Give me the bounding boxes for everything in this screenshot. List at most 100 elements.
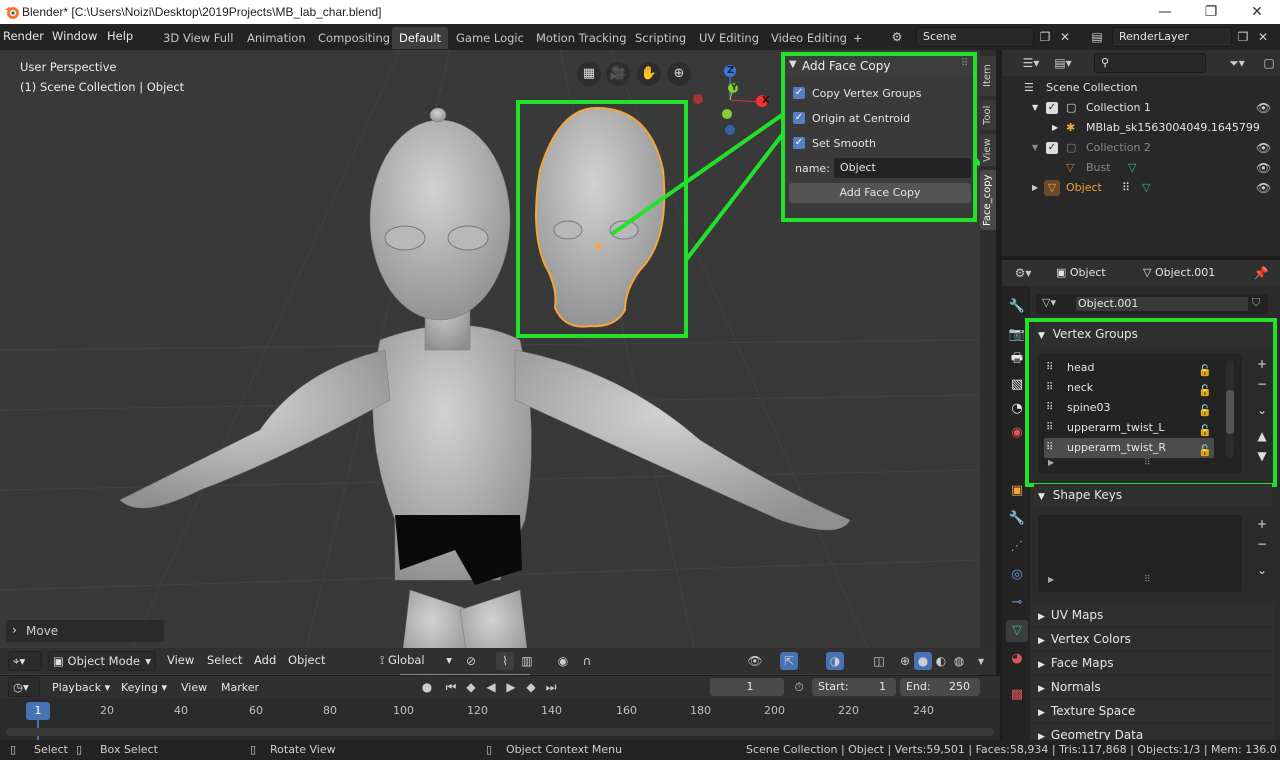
- tool-tab-icon[interactable]: 🔧: [1006, 296, 1028, 318]
- minimize-button[interactable]: —: [1142, 2, 1188, 22]
- copy-vertex-groups-option[interactable]: ✓ Copy Vertex Groups: [793, 85, 963, 101]
- prev-keyframe-icon[interactable]: ◆: [462, 678, 480, 696]
- menu-timeline-view[interactable]: View: [181, 681, 207, 694]
- checkbox-icon[interactable]: ✓: [793, 137, 805, 149]
- last-operator-panel[interactable]: › Move: [6, 620, 164, 642]
- shape-keys-section-header[interactable]: ▼ Shape Keys: [1034, 484, 1272, 506]
- current-frame-field[interactable]: 1: [710, 678, 784, 696]
- normals-section-header[interactable]: ▶ Normals: [1030, 676, 1274, 698]
- texture-tab-icon[interactable]: ▩: [1006, 684, 1028, 706]
- playhead[interactable]: 1: [26, 702, 50, 720]
- outliner-row-object[interactable]: ▶ ▽ Object ⠿ ▽ 👁: [1002, 178, 1280, 198]
- modifier-tab-icon[interactable]: 🔧: [1006, 508, 1028, 530]
- exclude-checkbox-icon[interactable]: ✓: [1046, 102, 1058, 114]
- play-reverse-icon[interactable]: ◀: [482, 678, 500, 696]
- pin-icon[interactable]: 📌: [1252, 264, 1270, 282]
- next-keyframe-icon[interactable]: ◆: [522, 678, 540, 696]
- zoom-icon[interactable]: ⊕: [667, 62, 691, 86]
- menu-marker[interactable]: Marker: [221, 681, 259, 694]
- delete-scene-icon[interactable]: ✕: [1056, 28, 1074, 46]
- snap-icon[interactable]: ⌇: [496, 652, 514, 670]
- tab-3d-view-full[interactable]: 3D View Full: [156, 27, 240, 49]
- stopwatch-icon[interactable]: ⏱: [790, 678, 808, 696]
- data-name-input[interactable]: Object.001: [1076, 297, 1248, 311]
- exclude-checkbox-icon[interactable]: ✓: [1046, 142, 1058, 154]
- display-mode-icon[interactable]: ▤▾: [1054, 54, 1072, 72]
- physics-tab-icon[interactable]: ◎: [1006, 564, 1028, 586]
- expand-arrow-icon[interactable]: ▼: [1032, 98, 1038, 118]
- collapse-arrow-icon[interactable]: ▼: [789, 59, 797, 70]
- menu-select[interactable]: Select: [207, 653, 242, 667]
- outliner-row-bust[interactable]: ▽ Bust ▽ 👁: [1002, 158, 1280, 178]
- overlay-toggle-icon[interactable]: ◑: [826, 652, 844, 670]
- outliner-search-input[interactable]: ⚲: [1094, 53, 1206, 73]
- close-button[interactable]: ✕: [1234, 2, 1280, 22]
- snap-target-icon[interactable]: ▥: [518, 652, 536, 670]
- falloff-icon[interactable]: ∩: [578, 652, 596, 670]
- face-maps-section-header[interactable]: ▶ Face Maps: [1030, 652, 1274, 674]
- eye-icon[interactable]: 👁: [1256, 142, 1271, 154]
- wireframe-shading-icon[interactable]: ⊕: [896, 652, 914, 670]
- uv-maps-section-header[interactable]: ▶ UV Maps: [1030, 604, 1274, 626]
- mesh-data-tab-icon[interactable]: ▽: [1006, 620, 1028, 642]
- set-smooth-option[interactable]: ✓ Set Smooth: [793, 135, 963, 151]
- material-tab-icon[interactable]: ◕: [1006, 648, 1028, 670]
- timeline-scrollbar[interactable]: [6, 728, 994, 736]
- jump-end-icon[interactable]: ⏭: [542, 678, 560, 696]
- tab-video-editing[interactable]: Video Editing: [764, 27, 854, 49]
- editor-type-icon[interactable]: ⌖▾: [8, 651, 42, 671]
- menu-window[interactable]: Window: [52, 29, 97, 43]
- list-resize-handle-icon[interactable]: ⠿: [1144, 575, 1151, 585]
- solid-shading-icon[interactable]: ●: [914, 652, 932, 670]
- outliner-row-collection-1[interactable]: ▼ ✓ ▢ Collection 1 👁: [1002, 98, 1280, 118]
- end-frame-field[interactable]: End: 250: [900, 678, 980, 696]
- view-layer-icon[interactable]: ▤: [1088, 28, 1106, 46]
- scene-icon[interactable]: ⚙: [888, 28, 906, 46]
- shape-key-list[interactable]: ▶ ⠿: [1038, 515, 1242, 592]
- remove-shape-key-button[interactable]: −: [1253, 535, 1271, 553]
- tab-tool[interactable]: Tool: [980, 100, 996, 130]
- tab-motion-tracking[interactable]: Motion Tracking: [529, 27, 634, 49]
- properties-editor-type-icon[interactable]: ⚙▾: [1014, 264, 1032, 282]
- jump-start-icon[interactable]: ⏮: [442, 678, 460, 696]
- menu-add[interactable]: Add: [254, 653, 276, 667]
- tab-compositing[interactable]: Compositing: [311, 27, 397, 49]
- fake-user-shield-icon[interactable]: ⛉: [1252, 296, 1260, 310]
- particles-tab-icon[interactable]: ⋰: [1006, 536, 1028, 558]
- menu-playback[interactable]: Playback ▾: [52, 681, 110, 694]
- origin-centroid-option[interactable]: ✓ Origin at Centroid: [793, 110, 963, 126]
- object-breadcrumb[interactable]: ▣ Object: [1056, 266, 1106, 279]
- delete-view-layer-icon[interactable]: ✕: [1254, 28, 1272, 46]
- new-view-layer-icon[interactable]: ❐: [1234, 28, 1252, 46]
- menu-object[interactable]: Object: [288, 653, 325, 667]
- tab-default[interactable]: Default: [392, 27, 449, 49]
- proportional-edit-icon[interactable]: ◉: [554, 652, 572, 670]
- shape-key-specials-icon[interactable]: ⌄: [1253, 561, 1271, 579]
- tab-scripting[interactable]: Scripting: [628, 27, 693, 49]
- drag-handle-icon[interactable]: ⠿: [961, 58, 968, 69]
- data-breadcrumb[interactable]: ▽ Object.001: [1143, 266, 1215, 279]
- data-block-field[interactable]: ▽▾ Object.001 ⛉: [1036, 294, 1268, 314]
- add-workspace-button[interactable]: +: [846, 27, 870, 49]
- view-layer-selector[interactable]: RenderLayer: [1112, 27, 1232, 47]
- menu-help[interactable]: Help: [107, 29, 133, 43]
- tab-animation[interactable]: Animation: [240, 27, 313, 49]
- add-shape-key-button[interactable]: +: [1253, 515, 1271, 533]
- expand-arrow-icon[interactable]: ▼: [1032, 138, 1038, 158]
- outliner-row-scene-collection[interactable]: ☰ Scene Collection: [1002, 78, 1280, 98]
- name-input[interactable]: Object: [834, 158, 971, 178]
- checkbox-icon[interactable]: ✓: [793, 112, 805, 124]
- toggle-camera-grid-icon[interactable]: ▦: [577, 62, 601, 86]
- add-face-copy-button[interactable]: Add Face Copy: [789, 183, 971, 203]
- texture-space-section-header[interactable]: ▶ Texture Space: [1030, 700, 1274, 722]
- geometry-data-section-header[interactable]: ▶ Geometry Data: [1030, 724, 1274, 740]
- mode-selector[interactable]: ▣ Object Mode ▾: [48, 651, 156, 671]
- visibility-icon[interactable]: 👁: [746, 652, 764, 670]
- play-icon[interactable]: ▶: [502, 678, 520, 696]
- xray-icon[interactable]: ◫: [870, 652, 888, 670]
- shading-options-icon[interactable]: ▾: [972, 652, 990, 670]
- timeline-editor[interactable]: ◷▾ Playback ▾ Keying ▾ View Marker ● ⏮ ◆…: [0, 676, 1000, 740]
- tab-uv-editing[interactable]: UV Editing: [692, 27, 766, 49]
- list-filter-arrow-icon[interactable]: ▶: [1048, 575, 1054, 584]
- menu-render[interactable]: Render: [3, 29, 44, 43]
